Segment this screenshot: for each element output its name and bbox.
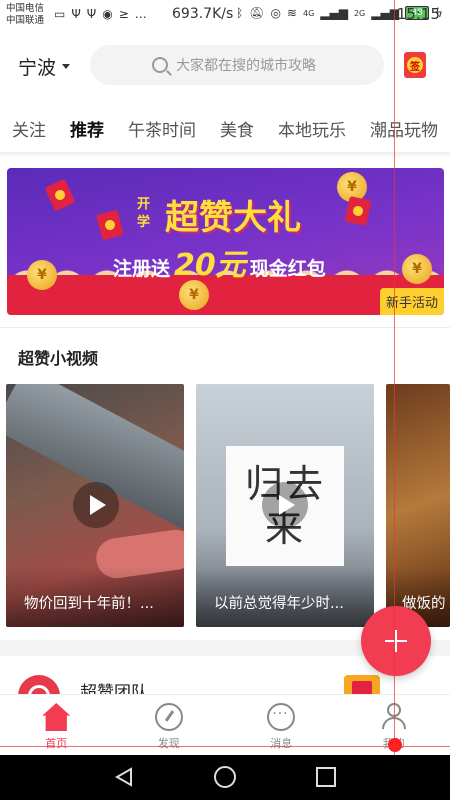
signal-1-label: 4G [302,8,315,18]
caret-down-icon [62,64,71,69]
video-card[interactable]: 物价回到十年前！... [6,384,184,627]
banner-tagline: 现金红包 [249,258,326,280]
usb-icon-2: Ψ [86,7,97,21]
video-carousel[interactable]: 物价回到十年前！... 归去 来 以前总觉得年少时... 做饭的 [6,384,450,627]
red-envelope-icon [44,178,76,212]
tab-food[interactable]: 美食 [220,116,254,141]
banner-kaixue: 开学 [137,197,151,230]
sign-icon: 签 [407,57,423,73]
coin-icon: ¥ [402,254,432,284]
nav-discover-label: 发现 [157,737,180,750]
videos-section-title: 超赞小视频 [18,349,99,368]
notification-icons: ▭ Ψ Ψ ◉ ≥ … [54,7,147,21]
overlay-guide-horizontal [0,746,450,747]
red-envelope-icon [344,195,372,227]
sign-in-button[interactable]: 签 [404,52,426,78]
nav-home-label: 首页 [45,737,68,750]
message-icon [267,703,296,731]
banner-amount: 20元 [174,248,246,283]
tab-recommend[interactable]: 推荐 [70,116,104,141]
wifi-icon: ≋ [286,6,297,20]
app-icon: ≥ [118,7,129,21]
tab-afternoon-tea[interactable]: 午茶时间 [128,116,196,141]
video-caption: 以前总觉得年少时... [196,567,374,627]
eye-icon: ◎ [270,6,281,20]
bluetooth-icon: ᛒ [236,6,244,20]
video-card[interactable]: 做饭的 [386,384,450,627]
mute-icon: 🔕︎ [249,6,265,20]
category-tabs: 关注 推荐 午茶时间 美食 本地玩乐 潮品玩物 [0,108,450,148]
banner-offer: 注册送 20元 现金红包 [113,240,326,284]
signal-2-label: 2G [353,8,366,18]
weibo-icon: ◉ [102,7,113,21]
play-icon[interactable] [73,482,119,528]
city-selector[interactable]: 宁波 [18,53,71,80]
coin-icon: ¥ [27,260,57,290]
carrier-1: 中国电信 [6,3,45,14]
red-envelope-icon [96,209,124,241]
banner-title: 超赞大礼 [165,198,301,238]
recents-icon[interactable] [316,767,336,787]
search-input[interactable]: 大家都在搜的城市攻略 [90,45,384,85]
plus-icon [385,630,407,652]
coin-icon: ¥ [179,280,209,310]
search-icon [152,57,168,73]
carrier-2: 中国联通 [6,15,45,26]
nav-messages-label: 消息 [270,737,293,750]
truck-icon: ▭ [54,7,66,21]
city-label: 宁波 [18,57,57,79]
video-card[interactable]: 归去 来 以前总觉得年少时... [196,384,374,627]
tab-follow[interactable]: 关注 [12,116,46,141]
tab-trendy-goods[interactable]: 潮品玩物 [370,116,438,141]
status-bar: 中国电信 中国联通 ▭ Ψ Ψ ◉ ≥ … 693.7K/s ᛒ 🔕︎ ◎ ≋ … [0,0,450,32]
carrier-info: 中国电信 中国联通 [6,3,44,27]
back-icon[interactable] [114,767,134,787]
signal-icon: ▂▄▆ [320,6,348,20]
promo-banner[interactable]: ¥ ¥ ¥ ¥ 开学 超赞大礼 注册送 20元 现金红包 新手活动 [7,168,444,315]
section-divider [0,327,450,328]
home-icon [42,703,71,731]
overlay-guide-vertical [394,0,395,755]
net-speed: 693.7K/s [172,6,234,22]
banner-register-text: 注册送 [113,258,171,280]
new-user-badge: 新手活动 [379,288,444,315]
clock: 15:15 [396,5,440,23]
more-icon: … [134,7,147,21]
system-navigation-bar [0,755,450,800]
add-post-button[interactable] [361,606,431,676]
compass-icon [154,703,183,731]
header: 宁波 大家都在搜的城市攻略 签 [0,44,450,88]
tab-local-fun[interactable]: 本地玩乐 [278,116,346,141]
tabs-divider [0,152,450,158]
home-circle-icon[interactable] [214,766,236,788]
search-placeholder: 大家都在搜的城市攻略 [176,58,316,74]
notification-dot [388,738,402,752]
video-caption: 物价回到十年前！... [6,567,184,627]
usb-icon: Ψ [71,7,81,21]
play-icon[interactable] [262,482,308,528]
